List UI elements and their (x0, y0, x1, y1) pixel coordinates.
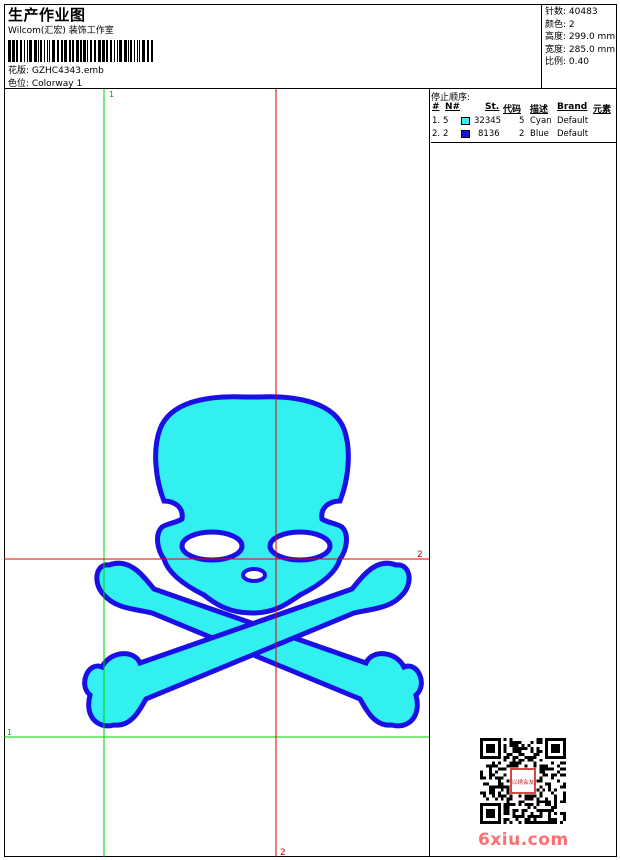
page-title: 生产作业图 (8, 6, 86, 24)
skull (153, 394, 351, 616)
qr-code: 以绣会友 (480, 738, 566, 824)
left-eye (179, 529, 245, 563)
stop-row: 2. 2 8136 2 Blue Default (432, 129, 589, 139)
col-element: 元素 (593, 105, 612, 115)
nose (241, 567, 267, 583)
col-desc: 描述 (530, 105, 549, 115)
red-v-label: 2 (280, 848, 286, 857)
col-stitches: St. (485, 102, 500, 112)
barcode (8, 40, 153, 62)
info-colors: 颜色: 2 (545, 19, 575, 30)
col-code: 代码 (503, 105, 522, 115)
watermark: 6xiu.com (478, 830, 569, 850)
stop-row: 1. 5 32345 5 Cyan Default (432, 116, 589, 126)
info-scale: 比例: 0.40 (545, 57, 589, 68)
colorway: 色位: Colorway 1 (8, 79, 83, 89)
green-h-label: 1 (7, 728, 12, 737)
col-index: # (432, 102, 440, 112)
color-swatch (461, 130, 470, 138)
design-file: 花版: GZHC4343.emb (8, 66, 104, 76)
stop-sequence-columns: # N# St. 代码 描述 Brand 元素 (431, 102, 617, 115)
stop-sequence-panel: 停止顺序: # N# St. 代码 描述 Brand 元素 1. 5 32345… (431, 89, 617, 143)
embroidery-preview: 1 1 2 2 (4, 89, 429, 857)
green-v-label: 1 (109, 90, 114, 99)
header: 生产作业图 Wilcom(汇宏) 装饰工作室 花版: GZHC4343.emb … (4, 4, 617, 89)
stop-sequence-divider (431, 141, 617, 143)
red-h-label: 2 (417, 550, 423, 560)
design-canvas: 1 1 2 2 (4, 89, 430, 857)
color-swatch (461, 117, 470, 125)
right-eye (267, 529, 333, 563)
col-needle: N# (445, 102, 461, 112)
info-stitches: 针数: 40483 (545, 7, 598, 17)
info-panel: 针数: 40483 颜色: 2 高度: 299.0 mm 宽度: 285.0 m… (541, 4, 617, 88)
info-width: 宽度: 285.0 mm (545, 44, 616, 55)
stop-sequence-title: 停止顺序: (431, 93, 471, 103)
info-height: 高度: 299.0 mm (545, 32, 616, 43)
company-name: Wilcom(汇宏) 装饰工作室 (8, 26, 114, 36)
col-brand: Brand (557, 102, 588, 112)
qr-stamp: 以绣会友 (512, 778, 535, 786)
